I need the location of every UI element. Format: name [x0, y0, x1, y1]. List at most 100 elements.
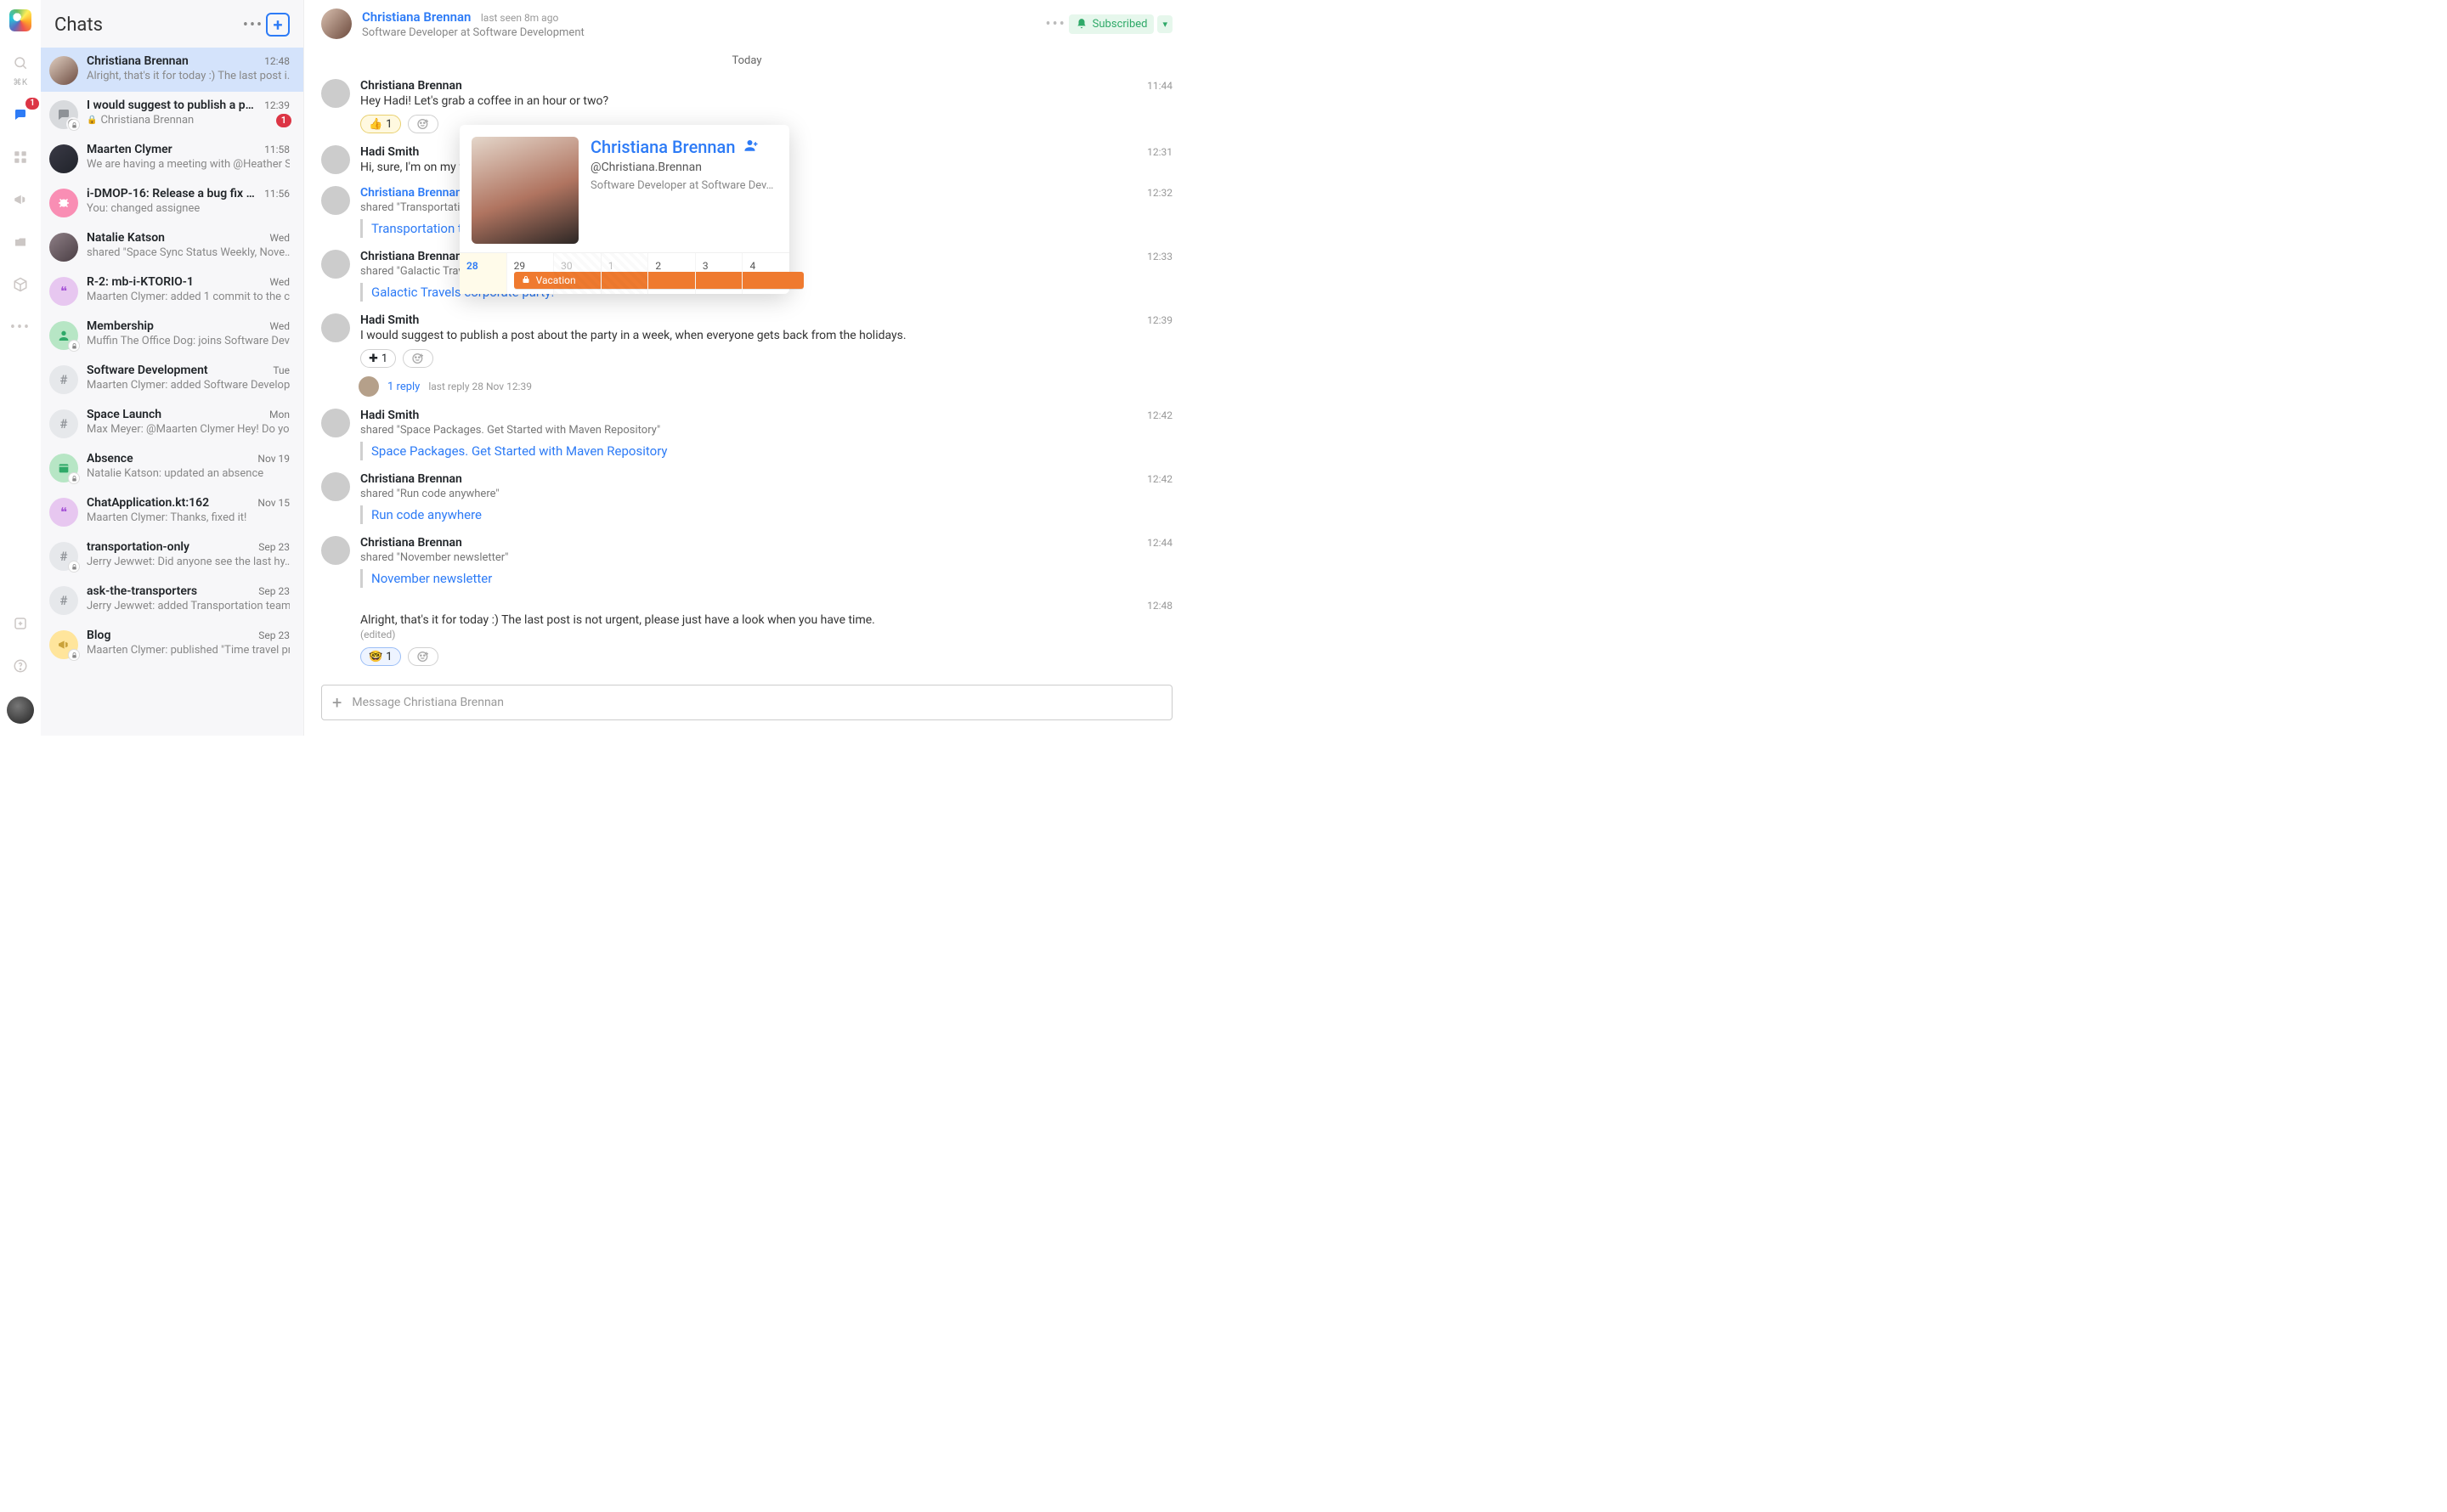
- profile-name[interactable]: Christiana Brennan: [591, 137, 735, 157]
- message-author[interactable]: Christiana Brennan: [360, 186, 462, 200]
- message-list[interactable]: Christiana Brennan @Christiana.Brennan S…: [304, 79, 1190, 676]
- create-icon[interactable]: [8, 612, 32, 635]
- help-icon[interactable]: [8, 654, 32, 678]
- chat-list[interactable]: Christiana Brennan12:48Alright, that's i…: [41, 48, 303, 736]
- calendar-day[interactable]: 2: [648, 253, 696, 294]
- chats-icon[interactable]: 1: [8, 103, 32, 127]
- chat-row[interactable]: Maarten Clymer11:58We are having a meeti…: [41, 136, 303, 180]
- chats-badge: 1: [25, 98, 39, 110]
- thread-summary[interactable]: 1 replylast reply 28 Nov 12:39: [359, 376, 1173, 397]
- chat-row[interactable]: ❝ChatApplication.kt:162Nov 15Maarten Cly…: [41, 489, 303, 533]
- message-avatar[interactable]: [321, 145, 350, 174]
- add-reaction-icon[interactable]: [408, 647, 438, 666]
- announcements-icon[interactable]: [8, 188, 32, 212]
- chat-row[interactable]: #Space LaunchMonMax Meyer: @Maarten Clym…: [41, 401, 303, 445]
- me-avatar[interactable]: [7, 697, 34, 724]
- message-author[interactable]: Hadi Smith: [360, 409, 419, 422]
- message-text: Alright, that's it for today :) The last…: [360, 613, 1173, 627]
- apps-icon[interactable]: [8, 145, 32, 169]
- chat-avatar: [49, 630, 78, 659]
- message-time: 12:44: [1147, 537, 1173, 549]
- message-avatar[interactable]: [321, 79, 350, 108]
- chat-menu-button[interactable]: •••: [1043, 11, 1069, 37]
- chat-time: Wed: [269, 276, 290, 288]
- chat-preview: We are having a meeting with @Heather S…: [87, 158, 290, 171]
- message-avatar[interactable]: [321, 536, 350, 565]
- thread-replies[interactable]: 1 reply: [387, 381, 420, 393]
- header-avatar[interactable]: [321, 8, 352, 39]
- chat-time: 11:56: [264, 188, 290, 200]
- message-avatar[interactable]: [321, 472, 350, 501]
- subscribe-button[interactable]: Subscribed: [1069, 14, 1155, 34]
- more-icon[interactable]: •••: [8, 315, 32, 339]
- message-author[interactable]: Christiana Brennan: [360, 472, 462, 486]
- message-author[interactable]: Hadi Smith: [360, 313, 419, 327]
- calendar-day[interactable]: 28: [460, 253, 507, 294]
- chat-name: Christiana Brennan: [87, 54, 257, 68]
- chat-time: Wed: [269, 232, 290, 244]
- add-contact-icon[interactable]: [743, 138, 759, 156]
- app-logo-icon[interactable]: [8, 8, 32, 32]
- reaction-chip[interactable]: 👍1: [360, 115, 401, 133]
- shared-link[interactable]: Space Packages. Get Started with Maven R…: [360, 442, 1173, 460]
- projects-icon[interactable]: [8, 230, 32, 254]
- profile-calendar: 2829Vacation301234: [460, 252, 789, 294]
- chat-preview: Max Meyer: @Maarten Clymer Hey! Do yo…: [87, 423, 290, 436]
- chat-avatar: #: [49, 542, 78, 571]
- message-author[interactable]: Christiana Brennan: [360, 536, 462, 550]
- chat-row[interactable]: I would suggest to publish a p…12:39🔒Chr…: [41, 92, 303, 136]
- reaction-chip[interactable]: 🤓1: [360, 647, 401, 666]
- shared-link[interactable]: Run code anywhere: [360, 505, 1173, 524]
- message-avatar[interactable]: [321, 250, 350, 279]
- chat-row[interactable]: i-DMOP-16: Release a bug fix …11:56You: …: [41, 180, 303, 224]
- calendar-day[interactable]: 4: [743, 253, 789, 294]
- packages-icon[interactable]: [8, 273, 32, 296]
- calendar-day[interactable]: 1: [602, 253, 649, 294]
- chat-row[interactable]: BlogSep 23Maarten Clymer: published "Tim…: [41, 622, 303, 666]
- reaction-chip[interactable]: ✚1: [360, 349, 396, 368]
- profile-handle: @Christiana.Brennan: [591, 161, 776, 174]
- day-separator: Today: [304, 46, 1190, 79]
- chat-row[interactable]: #ask-the-transportersSep 23Jerry Jewwet:…: [41, 578, 303, 622]
- add-reaction-icon[interactable]: [403, 349, 433, 368]
- chat-name: Blog: [87, 629, 251, 642]
- header-name[interactable]: Christiana Brennan: [362, 9, 471, 25]
- chat-preview: Maarten Clymer: added 1 commit to the c…: [87, 291, 290, 303]
- profile-hover-card: Christiana Brennan @Christiana.Brennan S…: [460, 125, 789, 294]
- chat-avatar: #: [49, 409, 78, 438]
- message-avatar[interactable]: [321, 186, 350, 215]
- chat-name: Maarten Clymer: [87, 143, 257, 156]
- calendar-day[interactable]: 30: [554, 253, 602, 294]
- chat-list-menu-button[interactable]: •••: [240, 12, 266, 37]
- message-author[interactable]: Hadi Smith: [360, 145, 419, 159]
- chat-row[interactable]: #transportation-onlySep 23Jerry Jewwet: …: [41, 533, 303, 578]
- chat-time: Tue: [273, 364, 290, 376]
- message: Christiana Brennan12:44shared "November …: [321, 536, 1173, 588]
- message-input[interactable]: + Message Christiana Brennan: [321, 685, 1173, 720]
- chat-time: Sep 23: [258, 585, 290, 597]
- chat-row[interactable]: MembershipWedMuffin The Office Dog: join…: [41, 313, 303, 357]
- calendar-day[interactable]: 3: [696, 253, 743, 294]
- message-avatar[interactable]: [321, 409, 350, 437]
- chat-row[interactable]: Natalie KatsonWedshared "Space Sync Stat…: [41, 224, 303, 268]
- new-chat-button[interactable]: +: [266, 13, 290, 37]
- message-time: 12:39: [1147, 314, 1173, 326]
- calendar-day[interactable]: 29Vacation: [507, 253, 555, 294]
- message-author[interactable]: Christiana Brennan: [360, 250, 462, 263]
- add-reaction-icon[interactable]: [408, 115, 438, 133]
- subscribe-caret[interactable]: ▾: [1157, 15, 1173, 33]
- message-avatar[interactable]: [321, 313, 350, 342]
- message-time: 11:44: [1147, 80, 1173, 92]
- chat-avatar: #: [49, 365, 78, 394]
- search-icon[interactable]: [8, 51, 32, 75]
- chat-row[interactable]: ❝R-2: mb-i-KTORIO-1WedMaarten Clymer: ad…: [41, 268, 303, 313]
- chat-row[interactable]: AbsenceNov 19Natalie Katson: updated an …: [41, 445, 303, 489]
- message-text: Hey Hadi! Let's grab a coffee in an hour…: [360, 94, 1173, 108]
- message-author[interactable]: Christiana Brennan: [360, 79, 462, 93]
- profile-photo[interactable]: [472, 137, 579, 244]
- shared-link[interactable]: November newsletter: [360, 569, 1173, 588]
- chat-time: Sep 23: [258, 541, 290, 553]
- attach-icon[interactable]: +: [332, 692, 342, 713]
- chat-row[interactable]: #Software DevelopmentTueMaarten Clymer: …: [41, 357, 303, 401]
- chat-row[interactable]: Christiana Brennan12:48Alright, that's i…: [41, 48, 303, 92]
